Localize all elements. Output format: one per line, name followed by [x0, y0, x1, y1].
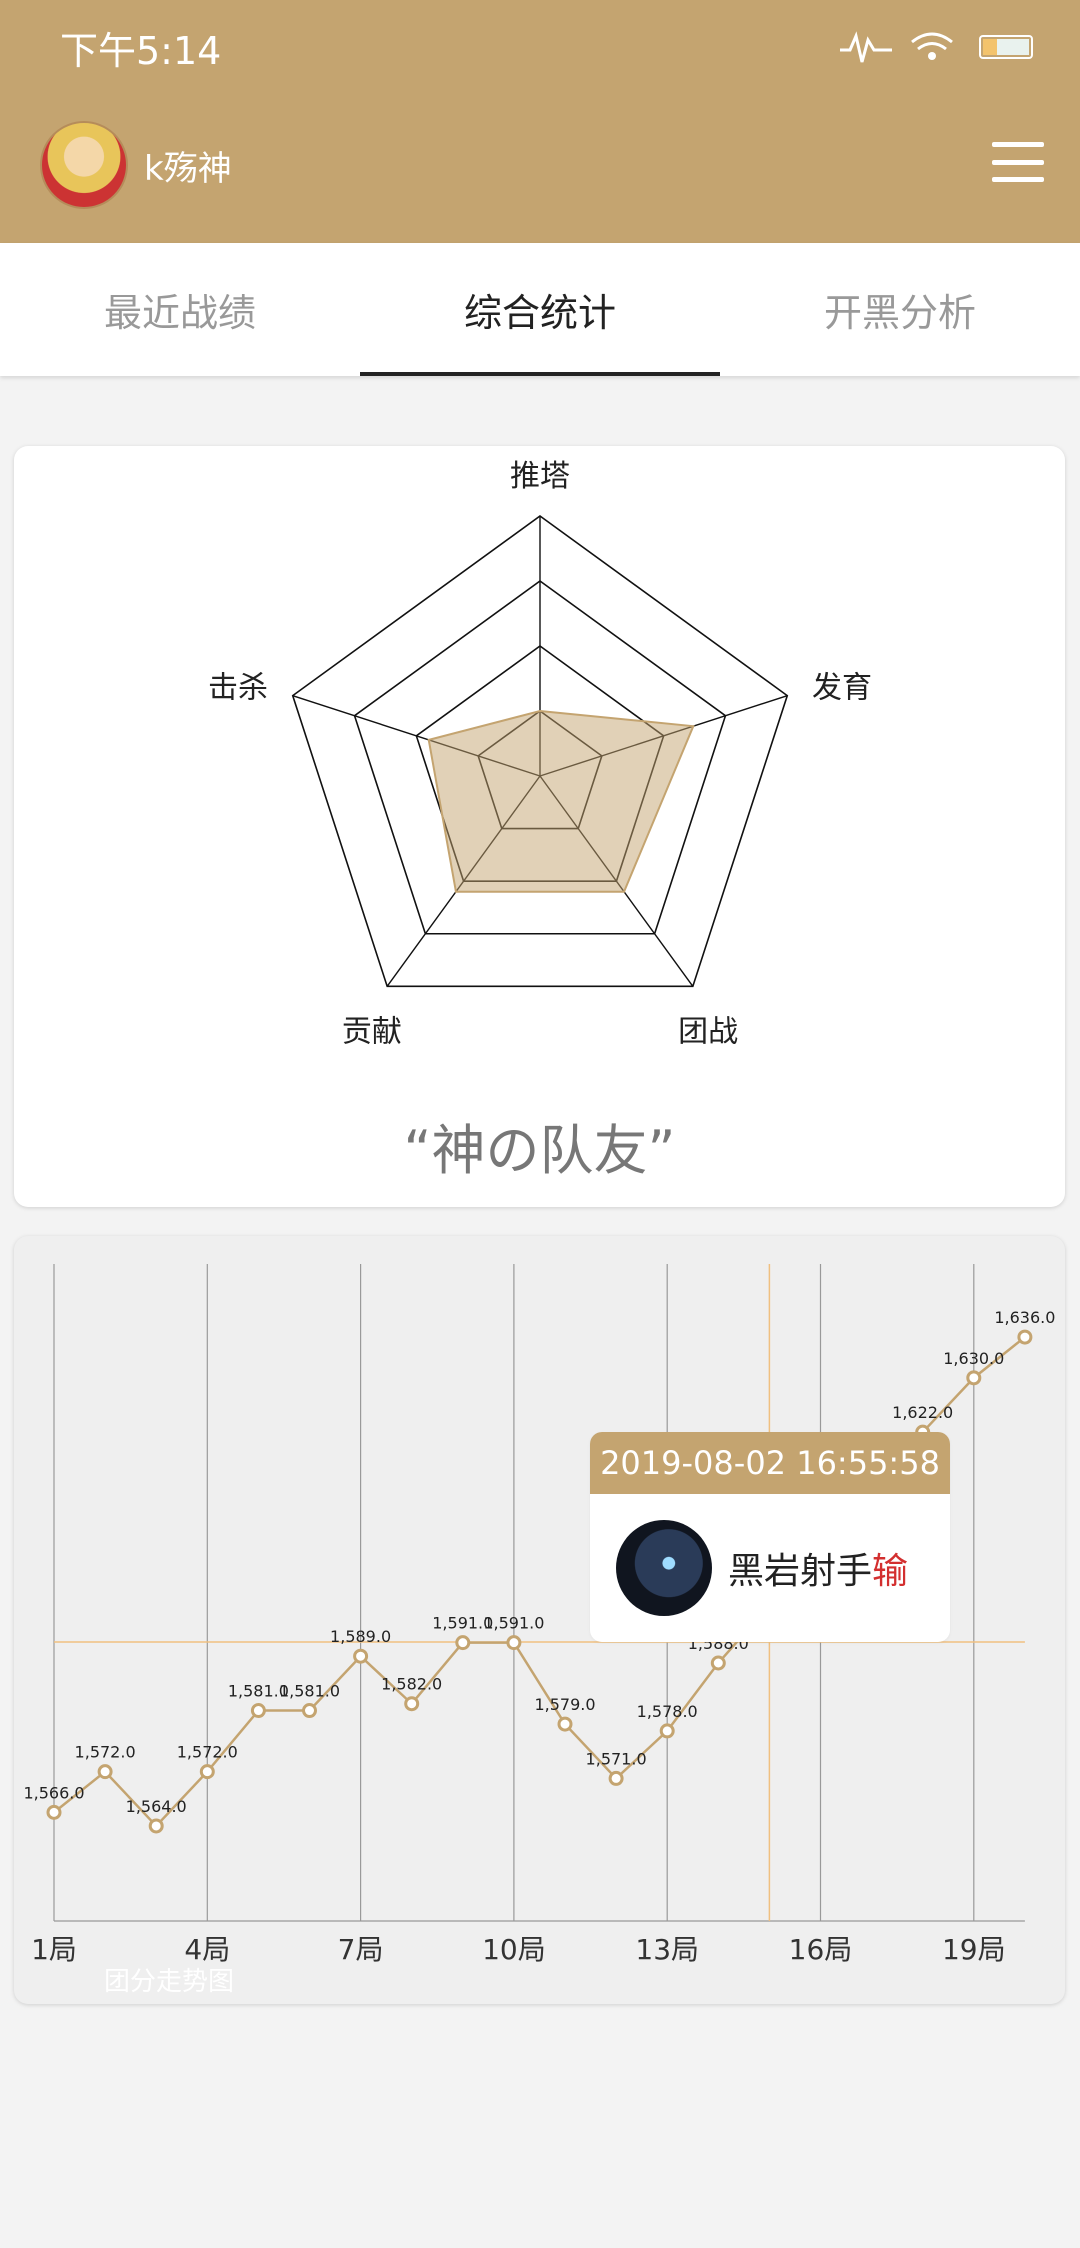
- user-profile[interactable]: k殇神: [40, 120, 232, 210]
- x-tick-label: 16局: [789, 1933, 853, 1966]
- data-label: 1,630.0: [943, 1349, 1004, 1368]
- tab-overall-stats[interactable]: 综合统计: [360, 243, 720, 376]
- avatar[interactable]: [40, 121, 128, 209]
- radar-card: 推塔发育团战 贡献 击杀 “神の队友”: [14, 446, 1065, 1207]
- x-tick-label: 19局: [942, 1933, 1006, 1966]
- radar-value-area: [427, 709, 695, 893]
- tab-bar: 最近战绩 综合统计 开黑分析: [0, 243, 1080, 376]
- menu-icon[interactable]: [992, 142, 1044, 182]
- data-point[interactable]: [199, 1764, 215, 1780]
- radar-axis-label: 推塔: [510, 459, 570, 494]
- data-label: 1,636.0: [994, 1308, 1055, 1327]
- username: k殇神: [144, 148, 232, 189]
- radar-axis-label: 团战: [678, 1014, 738, 1049]
- data-label: 1,571.0: [586, 1749, 647, 1768]
- data-point[interactable]: [302, 1703, 317, 1719]
- data-label: 1,591.0: [483, 1614, 544, 1633]
- hero-name: 黑岩射手: [728, 1551, 873, 1592]
- data-label: 1,582.0: [381, 1675, 442, 1694]
- hero-avatar: [616, 1520, 712, 1616]
- radar-axis-label: 击杀: [208, 671, 268, 706]
- data-point[interactable]: [250, 1703, 266, 1719]
- match-tooltip[interactable]: 2019-08-02 16:55:58 黑岩射手输: [590, 1432, 950, 1642]
- data-point[interactable]: [46, 1804, 62, 1820]
- chart-caption: 团分走势图: [104, 1967, 235, 1997]
- data-point[interactable]: [659, 1723, 675, 1739]
- data-label: 1,566.0: [23, 1783, 84, 1802]
- data-point[interactable]: [353, 1648, 369, 1664]
- x-tick-label: 1局: [31, 1933, 77, 1966]
- hero-name-line: 黑岩射手输: [728, 1542, 908, 1594]
- data-point[interactable]: [97, 1764, 113, 1780]
- tooltip-body: 黑岩射手输: [590, 1494, 950, 1642]
- radar-axis-label: 发育: [812, 671, 872, 706]
- status-icons: [840, 31, 1033, 63]
- radar-chart: 推塔发育团战 贡献 击杀: [208, 459, 872, 1049]
- data-point[interactable]: [557, 1716, 573, 1732]
- x-tick-label: 7局: [338, 1933, 384, 1966]
- signal-icon: [840, 31, 892, 63]
- data-point[interactable]: [710, 1655, 726, 1671]
- tooltip-datetime: 2019-08-02 16:55:58: [590, 1432, 950, 1494]
- data-point[interactable]: [1017, 1329, 1033, 1345]
- data-point[interactable]: [455, 1635, 471, 1651]
- data-point[interactable]: [506, 1635, 522, 1651]
- player-title: “神の队友”: [403, 1119, 676, 1182]
- data-label: 1,578.0: [637, 1702, 698, 1721]
- match-result: 输: [872, 1551, 909, 1592]
- data-point[interactable]: [966, 1370, 982, 1386]
- data-label: 1,622.0: [892, 1403, 953, 1422]
- wifi-icon: [911, 32, 953, 60]
- tab-team-analysis[interactable]: 开黑分析: [720, 243, 1080, 376]
- app-header: 下午5:14 k殇神: [0, 0, 1080, 243]
- data-point[interactable]: [608, 1770, 624, 1786]
- x-tick-label: 13局: [635, 1933, 699, 1966]
- battery-icon: [979, 35, 1033, 59]
- status-time: 下午5:14: [60, 29, 222, 73]
- data-label: 1,581.0: [279, 1682, 340, 1701]
- data-point[interactable]: [148, 1818, 164, 1834]
- x-tick-label: 10局: [482, 1933, 546, 1966]
- radar-axis-label: 贡献: [342, 1014, 402, 1049]
- data-point[interactable]: [404, 1696, 420, 1712]
- tab-recent-records[interactable]: 最近战绩: [0, 243, 360, 376]
- data-label: 1,572.0: [177, 1743, 238, 1762]
- data-label: 1,564.0: [126, 1797, 187, 1816]
- data-label: 1,579.0: [534, 1695, 595, 1714]
- data-label: 1,572.0: [75, 1743, 136, 1762]
- data-label: 1,589.0: [330, 1627, 391, 1646]
